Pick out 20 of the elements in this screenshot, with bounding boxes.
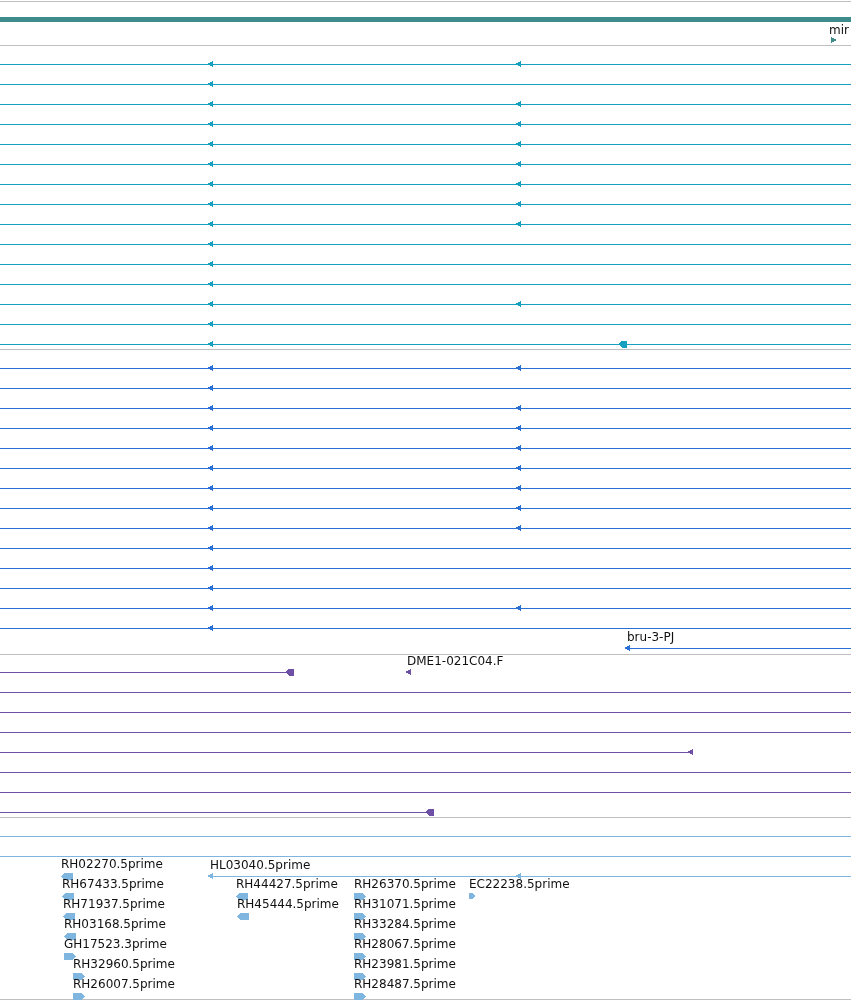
feature-label: RH33284.5prime (354, 918, 456, 931)
feature-label: RH03168.5prime (64, 918, 166, 931)
feature-label: HL03040.5prime (210, 859, 311, 872)
feature-label: GH17523.3prime (64, 938, 167, 951)
feature-label: RH67433.5prime (62, 878, 164, 891)
feature-label: RH28067.5prime (354, 938, 456, 951)
feature-label: DME1-021C04.F (407, 655, 504, 668)
feature-label: RH31071.5prime (354, 898, 456, 911)
feature-label: RH45444.5prime (237, 898, 339, 911)
feature-label: RH44427.5prime (236, 878, 338, 891)
feature-label: EC22238.5prime (469, 878, 570, 891)
feature-label: RH71937.5prime (63, 898, 165, 911)
feature-label: RH26370.5prime (354, 878, 456, 891)
feature-label: bru-3-PJ (627, 631, 675, 644)
feature-label: RH32960.5prime (73, 958, 175, 971)
feature-label: RH28487.5prime (354, 978, 456, 991)
feature-label: RH26007.5prime (73, 978, 175, 991)
feature-label: RH02270.5prime (61, 858, 163, 871)
feature-label: mir (829, 24, 849, 37)
feature-label: RH23981.5prime (354, 958, 456, 971)
